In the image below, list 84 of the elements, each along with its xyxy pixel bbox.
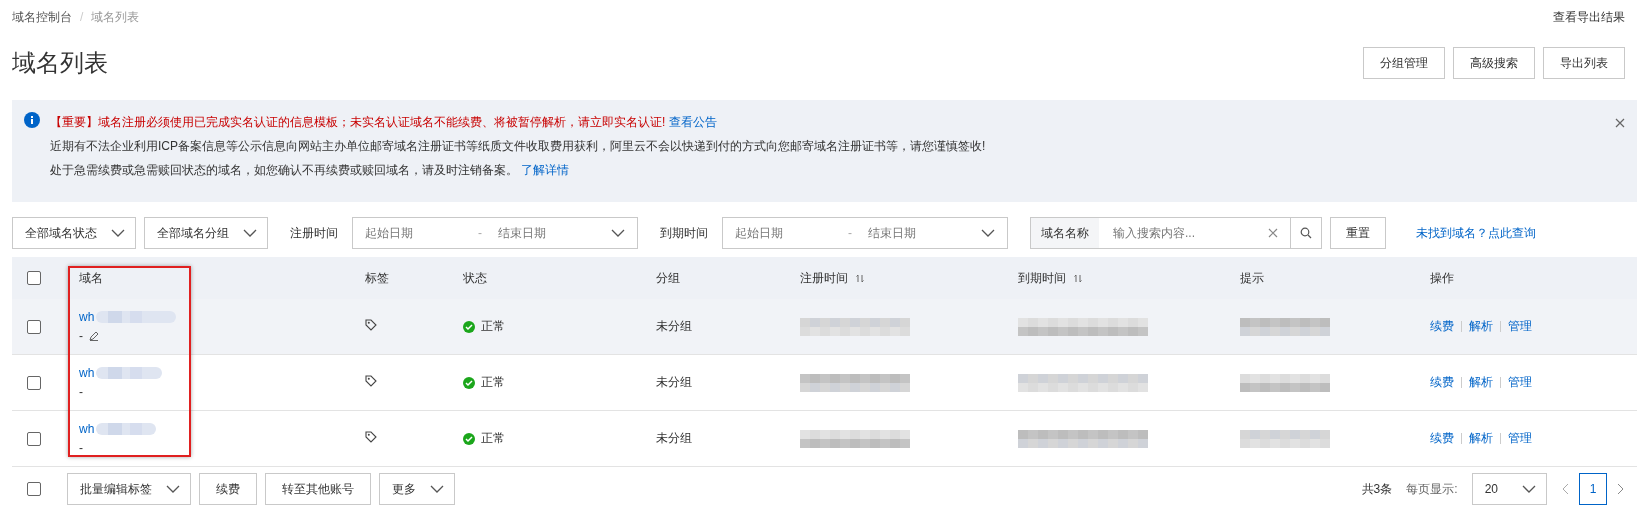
caret-icon (430, 485, 444, 493)
column-header: 状态 (463, 269, 487, 287)
search-icon[interactable] (1300, 227, 1312, 239)
checkbox[interactable] (27, 431, 41, 446)
domain-link[interactable]: wh (79, 422, 95, 436)
breadcrumb-item: 域名列表 (91, 8, 140, 26)
export-results-link[interactable]: 查看导出结果 (1553, 8, 1625, 26)
page-button[interactable]: 1 (1579, 473, 1607, 505)
status-text: 正常 (481, 430, 505, 447)
checkbox[interactable] (27, 319, 41, 334)
more-select[interactable]: 更多 (379, 473, 455, 505)
date-range-field[interactable]: 起始日期 - 结束日期 (722, 217, 1008, 249)
action-link[interactable]: 管理 (1508, 374, 1532, 391)
checkbox[interactable] (27, 271, 41, 285)
page-size-select[interactable]: 20 (1471, 473, 1547, 505)
column-header: 到期时间 (1018, 269, 1066, 287)
batch-tag-select[interactable]: 批量编辑标签 (67, 473, 191, 505)
notice-text: 近期有不法企业利用ICP备案信息等公示信息向网站主办单位邮寄域名注册证书等纸质文件收取费用获利，阿里云不会以快递到付的方式向您邮寄域名注册证书等，请您谨慎签收! (50, 138, 986, 155)
group-text: 未分组 (656, 319, 692, 333)
action-link[interactable]: 续费 (1430, 374, 1454, 391)
caret-icon (611, 229, 625, 237)
column-header: 域名 (79, 269, 103, 287)
search-category: 域名名称 (1031, 218, 1099, 248)
close-icon[interactable] (1615, 118, 1625, 128)
search-box[interactable]: 域名名称 输入搜索内容... (1030, 217, 1322, 249)
caret-icon (1522, 485, 1536, 493)
caret-icon (166, 485, 180, 493)
caret-icon (111, 229, 125, 237)
total-count: 共3条 (1361, 480, 1393, 498)
check-circle-icon (463, 320, 475, 333)
toolbar-button[interactable]: 分组管理 (1363, 47, 1445, 79)
notice-text: 处于急需续费或急需赎回状态的域名，如您确认不再续费或赎回域名，请及时注销备案。 了解详情 (50, 162, 571, 179)
domain-link[interactable]: wh (79, 366, 95, 380)
check-circle-icon (463, 376, 475, 389)
next-page-icon[interactable] (1617, 483, 1625, 495)
action-link[interactable]: 解析 (1469, 318, 1493, 335)
check-circle-icon (463, 432, 475, 445)
domain-note: - (79, 441, 83, 455)
toolbar-button[interactable]: 高级搜索 (1453, 47, 1535, 79)
action-link[interactable]: 续费 (1430, 318, 1454, 335)
toolbar-button[interactable]: 导出列表 (1543, 47, 1625, 79)
domain-link[interactable]: wh (79, 310, 95, 324)
caret-icon (243, 229, 257, 237)
checkbox[interactable] (27, 375, 41, 390)
column-header: 注册时间 (800, 269, 848, 287)
page-size-label: 每页显示: (1406, 480, 1458, 498)
clear-icon[interactable] (1268, 228, 1278, 238)
filter-label: 注册时间 (290, 224, 338, 242)
domain-note: - (79, 385, 83, 399)
info-icon (24, 112, 40, 128)
notice-text: 【重要】域名注册必须使用已完成实名认证的信息模板；未实名认证域名不能续费、将被暂停解析，请立即实名认证! 查看公告 (50, 114, 718, 131)
tag-icon[interactable] (365, 319, 377, 331)
status-text: 正常 (481, 318, 505, 335)
breadcrumb-item[interactable]: 域名控制台 (12, 8, 72, 26)
group-text: 未分组 (656, 375, 692, 389)
notice-link[interactable]: 查看公告 (668, 115, 717, 129)
pencil-icon[interactable] (89, 331, 99, 341)
tag-icon[interactable] (365, 431, 377, 443)
help-link[interactable]: 未找到域名？点此查询 (1416, 224, 1536, 242)
column-header: 操作 (1430, 269, 1454, 287)
filter-label: 到期时间 (660, 224, 708, 242)
status-select[interactable]: 全部域名状态 (12, 217, 136, 249)
domain-note: - (79, 329, 83, 343)
group-text: 未分组 (656, 431, 692, 445)
footer-button[interactable]: 续费 (199, 473, 257, 505)
column-header: 分组 (656, 269, 680, 287)
reset-button[interactable]: 重置 (1330, 217, 1386, 249)
action-link[interactable]: 管理 (1508, 430, 1532, 447)
action-link[interactable]: 管理 (1508, 318, 1532, 335)
column-header: 提示 (1240, 269, 1264, 287)
footer-button[interactable]: 转至其他账号 (265, 473, 371, 505)
notice-link[interactable]: 了解详情 (521, 163, 570, 177)
group-select[interactable]: 全部域名分组 (144, 217, 268, 249)
column-header: 标签 (365, 269, 389, 287)
action-link[interactable]: 续费 (1430, 430, 1454, 447)
action-link[interactable]: 解析 (1469, 430, 1493, 447)
status-text: 正常 (481, 374, 505, 391)
page-title: 域名列表 (12, 48, 108, 78)
action-link[interactable]: 解析 (1469, 374, 1493, 391)
checkbox[interactable] (27, 482, 41, 496)
date-range-field[interactable]: 起始日期 - 结束日期 (352, 217, 638, 249)
tag-icon[interactable] (365, 375, 377, 387)
caret-icon (981, 229, 995, 237)
breadcrumb-separator: / (80, 10, 84, 24)
